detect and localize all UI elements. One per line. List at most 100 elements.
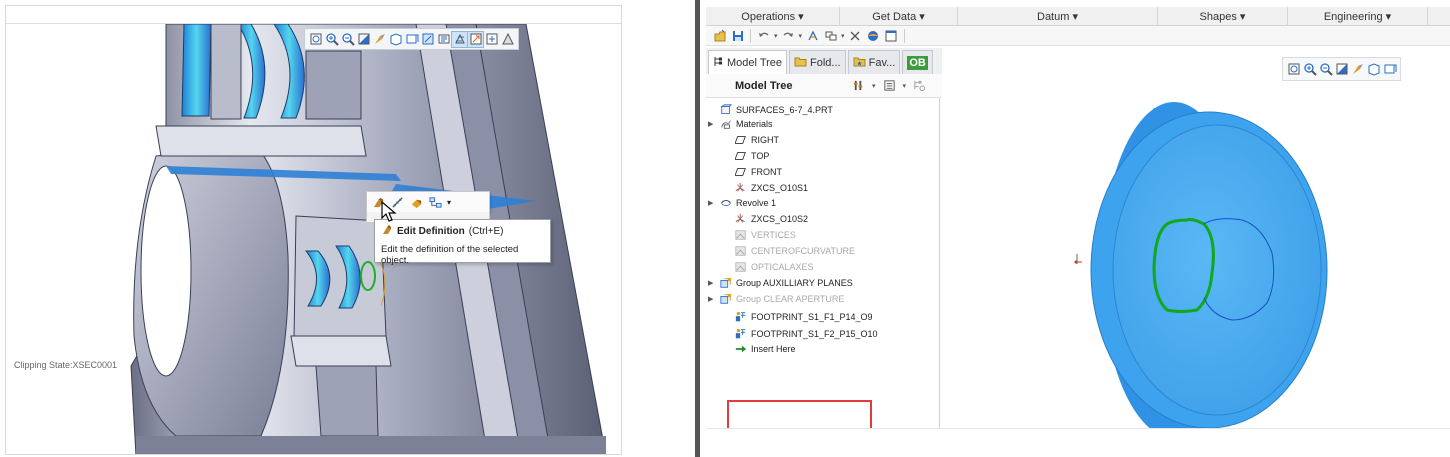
new-window-icon[interactable]: [884, 28, 899, 43]
appearance-icon[interactable]: [866, 28, 881, 43]
new-icon[interactable]: [712, 28, 727, 43]
tree-item[interactable]: RIGHT: [735, 132, 779, 147]
expand-arrow-icon[interactable]: ▶: [708, 199, 716, 207]
display-style-icon[interactable]: [1350, 62, 1365, 77]
close-icon[interactable]: [848, 28, 863, 43]
tree-item-label: OPTICALAXES: [751, 261, 814, 272]
chevron-down-icon[interactable]: ▾: [841, 32, 845, 40]
tree-item[interactable]: ▶ Revolve 1: [708, 195, 776, 210]
zoom-out-icon[interactable]: [1318, 62, 1333, 77]
tab-label: Model Tree: [727, 56, 783, 69]
tab-label: Fav...: [868, 56, 896, 69]
chevron-down-icon[interactable]: ▾: [774, 32, 778, 40]
named-views-icon[interactable]: [1382, 62, 1397, 77]
tab-folder-browser[interactable]: Fold...: [789, 50, 846, 74]
edit-definition-icon: [381, 224, 393, 239]
hierarchy-icon[interactable]: [428, 195, 443, 210]
tab-favorites[interactable]: Fav...: [847, 50, 901, 74]
annotation-display-icon[interactable]: [436, 32, 451, 47]
menu-shapes[interactable]: Shapes ▾: [1158, 7, 1288, 26]
graphics-window-part[interactable]: [942, 48, 1450, 428]
tree-item[interactable]: VERTICES: [735, 227, 796, 242]
chevron-down-icon[interactable]: ▾: [872, 82, 876, 90]
expand-arrow-icon[interactable]: ▶: [708, 279, 716, 287]
tree-item-label: Group CLEAR APERTURE: [736, 293, 845, 304]
suppressed-feature-icon: [735, 229, 747, 241]
footprint-feature-icon: [735, 328, 747, 340]
tree-item-label: Insert Here: [751, 343, 796, 354]
tree-item[interactable]: ▶ Group AUXILLIARY PLANES: [708, 275, 853, 290]
tree-item[interactable]: ▶ Materials: [708, 116, 773, 131]
save-icon[interactable]: [730, 28, 745, 43]
chevron-down-icon[interactable]: ▾: [799, 32, 803, 40]
tree-item[interactable]: FRONT: [735, 164, 782, 179]
zoom-in-icon[interactable]: [324, 32, 339, 47]
redo-icon[interactable]: [781, 28, 796, 43]
menu-engineering[interactable]: Engineering ▾: [1288, 7, 1428, 26]
left-screenshot-panel: Clipping State:XSEC0001 ▾ Edit Definitio…: [0, 0, 625, 457]
datum-display-icon[interactable]: [388, 32, 403, 47]
toolbar-separator: [903, 28, 905, 43]
insert-here-arrow-icon: [735, 343, 747, 355]
tree-item[interactable]: ▶ Group CLEAR APERTURE: [708, 291, 844, 306]
tree-item[interactable]: FOOTPRINT_S1_F1_P14_O9: [735, 309, 873, 324]
tooltip-description: Edit the definition of the selected obje…: [381, 244, 519, 266]
chevron-down-icon[interactable]: ▾: [447, 198, 451, 207]
zoom-in-icon[interactable]: [1302, 62, 1317, 77]
chevron-down-icon[interactable]: ▾: [903, 82, 907, 90]
tab-model-tree[interactable]: Model Tree: [708, 50, 788, 74]
section-icon[interactable]: [451, 30, 468, 48]
expand-arrow-icon[interactable]: ▶: [708, 120, 716, 128]
tab-ob[interactable]: OB: [902, 50, 933, 74]
view-manager-icon[interactable]: [484, 32, 499, 47]
tree-item[interactable]: ZXCS_O10S1: [735, 180, 808, 195]
suppress-icon[interactable]: [409, 195, 424, 210]
tree-item-label: RIGHT: [751, 134, 779, 145]
tree-item[interactable]: SURFACES_6-7_4.PRT: [720, 102, 833, 117]
tree-item[interactable]: TOP: [735, 148, 769, 163]
tree-filter-icon[interactable]: [912, 78, 927, 93]
tree-item[interactable]: FOOTPRINT_S1_F2_P15_O10: [735, 326, 878, 341]
navigator-tabs: Model Tree Fold... Fav... OB: [706, 48, 942, 74]
menu-operations[interactable]: Operations ▾: [706, 7, 840, 26]
tree-item-label: Materials: [736, 118, 773, 129]
named-views-icon[interactable]: [404, 32, 419, 47]
refit-icon[interactable]: [1286, 62, 1301, 77]
menu-get-data[interactable]: Get Data ▾: [840, 7, 958, 26]
datum-display-icon[interactable]: [1366, 62, 1381, 77]
tree-item[interactable]: CENTEROFCURVATURE: [735, 243, 855, 258]
perspective-icon[interactable]: [500, 32, 515, 47]
coordinate-system-icon: [735, 182, 747, 194]
materials-icon: [720, 118, 732, 130]
spin-center-icon[interactable]: [467, 30, 484, 48]
windows-icon[interactable]: [823, 28, 838, 43]
menu-datum[interactable]: Datum ▾: [958, 7, 1158, 26]
show-columns-icon[interactable]: [882, 78, 897, 93]
zoom-out-icon[interactable]: [340, 32, 355, 47]
tree-item-label: ZXCS_O10S1: [751, 182, 809, 193]
revolve-icon: [720, 197, 732, 209]
repaint-icon[interactable]: [1334, 62, 1349, 77]
view-top-edge: [6, 6, 621, 24]
expand-arrow-icon[interactable]: ▶: [708, 295, 716, 303]
model-tree-tools: ▾ ▾: [851, 78, 927, 93]
tree-item[interactable]: Insert Here: [735, 341, 796, 356]
suppressed-feature-icon: [735, 261, 747, 273]
tooltip-shortcut: (Ctrl+E): [468, 226, 504, 237]
graphics-window-cross-section[interactable]: Clipping State:XSEC0001 ▾ Edit Definitio…: [5, 5, 622, 455]
repaint-icon[interactable]: [356, 32, 371, 47]
edit-definition-tooltip: Edit Definition (Ctrl+E) Edit the defini…: [374, 219, 551, 266]
coordinate-system-icon: [735, 213, 747, 225]
graphics-toolbar: [1282, 57, 1401, 81]
tree-item[interactable]: ZXCS_O10S2: [735, 211, 808, 226]
refit-icon[interactable]: [308, 32, 323, 47]
regenerate-icon[interactable]: [805, 28, 820, 43]
ob-badge: OB: [907, 55, 928, 70]
tree-settings-icon[interactable]: [851, 78, 866, 93]
tree-item[interactable]: OPTICALAXES: [735, 259, 814, 274]
undo-icon[interactable]: [756, 28, 771, 43]
group-icon: [720, 277, 732, 289]
saved-orientation-icon[interactable]: [420, 32, 435, 47]
display-style-icon[interactable]: [372, 32, 387, 47]
toolbar-separator: [750, 28, 751, 43]
